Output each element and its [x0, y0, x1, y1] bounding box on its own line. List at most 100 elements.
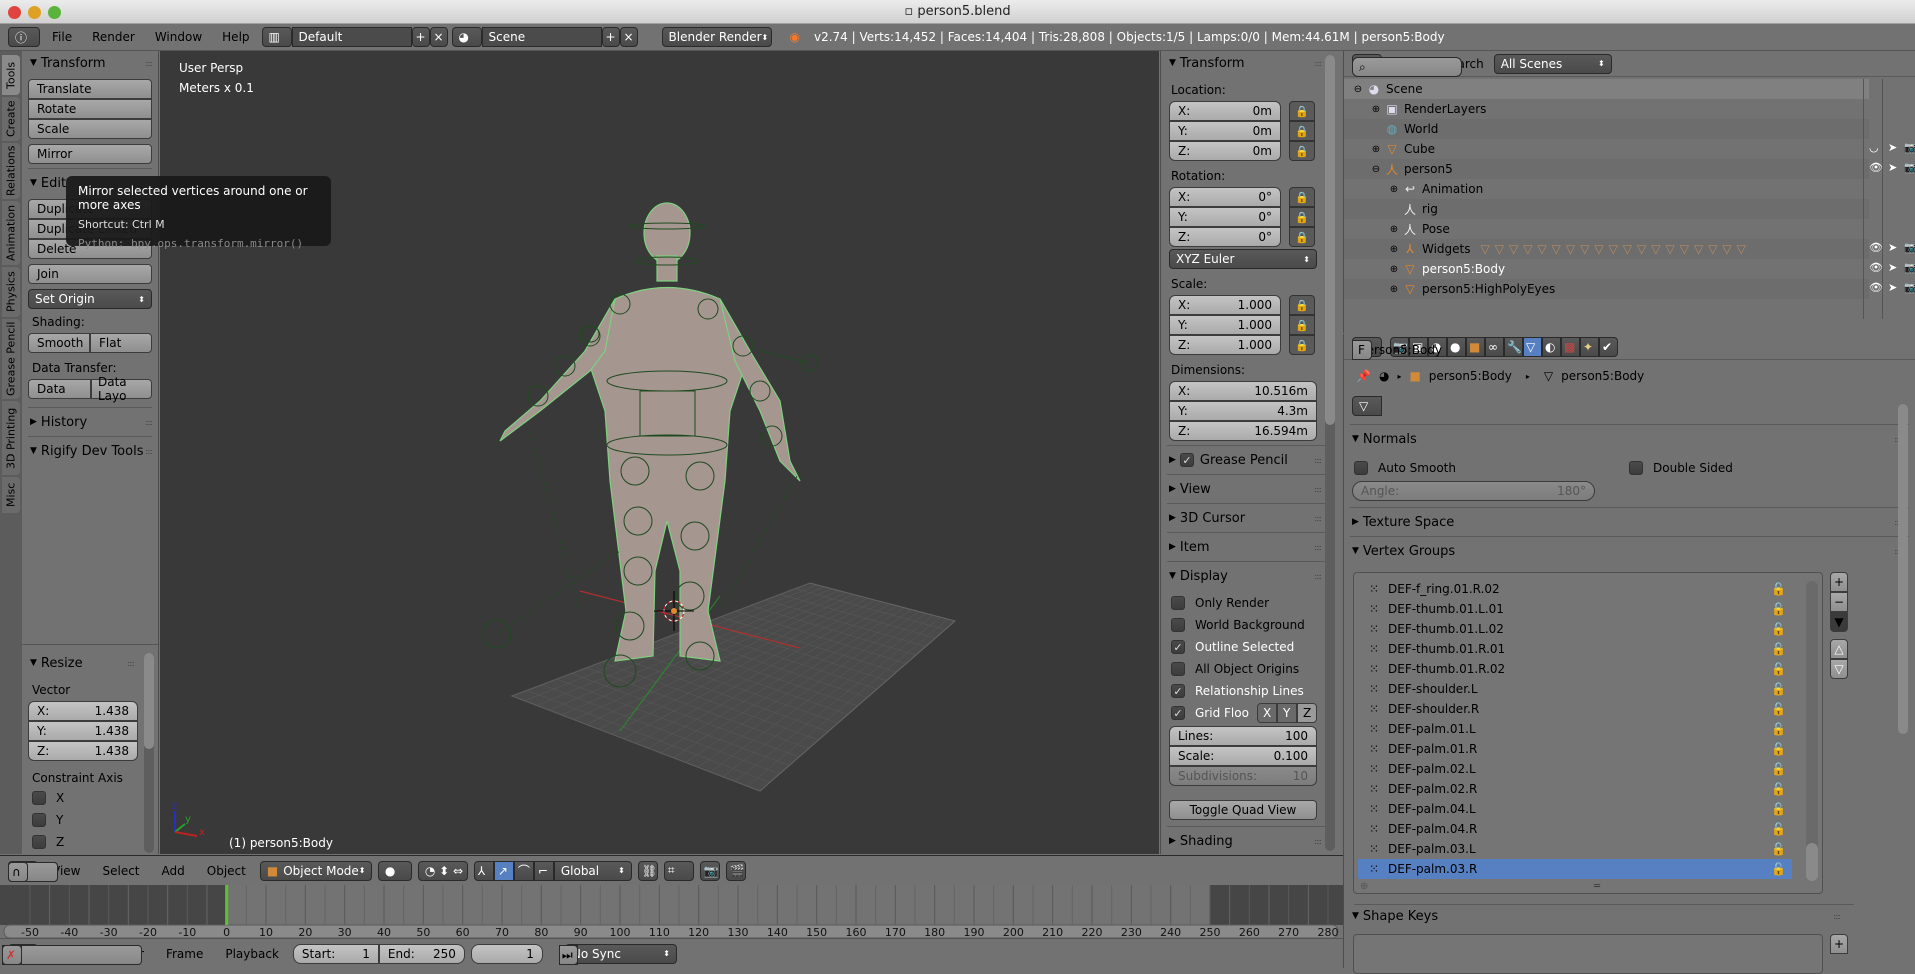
dimensions-z-field[interactable]: Z: 16.594m [1169, 421, 1317, 441]
vertex-group-item[interactable]: ⁙ DEF-thumb.01.R.02 🔓 [1358, 659, 1792, 679]
set-origin-dropdown[interactable]: Set Origin ⬍ [28, 289, 152, 309]
checkbox[interactable] [1171, 618, 1185, 632]
renderability-camera-icon[interactable]: 📷 [1904, 261, 1915, 274]
outliner-item[interactable]: ⊕ ▽ person5:Body [1344, 259, 1869, 279]
lock-icon[interactable]: 🔒 [1289, 295, 1315, 315]
vertex-group-item[interactable]: ⁙ DEF-shoulder.R 🔓 [1358, 699, 1792, 719]
unlock-icon[interactable]: 🔓 [1771, 622, 1786, 636]
timeline-canvas[interactable]: -50 -40 -30 -20 -10 0 10 20 30 40 50 60 70 80 90 100 110… [0, 885, 1343, 939]
smooth-button[interactable]: Smooth [28, 333, 90, 353]
mesh-browse-button[interactable]: ▽ [1352, 396, 1382, 416]
rotate-button[interactable]: Rotate [28, 99, 152, 119]
visibility-eye-icon[interactable]: 👁 [1869, 261, 1883, 274]
lock-icon[interactable]: 🔒 [1289, 207, 1315, 227]
snap-toggle-icon[interactable]: ∩ [8, 862, 28, 882]
lock-icon[interactable]: 🔒 [1289, 335, 1315, 355]
checkbox[interactable] [1171, 662, 1185, 676]
tab-3d-printing[interactable]: 3D Printing [2, 401, 20, 475]
outliner-item[interactable]: ⊕ ▽ person5:HighPolyEyes [1344, 279, 1869, 299]
outliner-item-name[interactable]: Pose [1422, 222, 1450, 236]
expand-icon[interactable]: ⊕ [1368, 141, 1384, 157]
scale-button[interactable]: Scale [28, 119, 152, 139]
drag-grip-icon[interactable]: :::: [145, 447, 153, 456]
unlock-icon[interactable]: 🔓 [1771, 722, 1786, 736]
snap-element-dropdown[interactable]: ⌗ [663, 860, 694, 881]
particles-tab-icon[interactable]: ✦ [1580, 336, 1599, 357]
unlock-icon[interactable]: 🔓 [1771, 762, 1786, 776]
data-layout-button[interactable]: Data Layo [91, 375, 152, 403]
tab-animation[interactable]: Animation [2, 201, 20, 265]
vertex-group-item[interactable]: ⁙ DEF-thumb.01.L.02 🔓 [1358, 619, 1792, 639]
lock-layers-icon[interactable]: ⛓ [637, 860, 658, 881]
panel-display-header[interactable]: ▼ Display:::: [1161, 566, 1337, 586]
rotation-x-field[interactable]: X: 0° [1169, 187, 1281, 207]
sync-mode-dropdown[interactable]: No Sync ⬍ [564, 943, 677, 964]
expand-icon[interactable]: ⊕ [1386, 241, 1402, 257]
vertex-group-item[interactable]: ⁙ DEF-thumb.01.R.01 🔓 [1358, 639, 1792, 659]
vertex-group-item[interactable]: ⁙ DEF-shoulder.L 🔓 [1358, 679, 1792, 699]
lock-icon[interactable]: 🔒 [1289, 315, 1315, 335]
visibility-eye-icon[interactable]: 👁 [1869, 241, 1883, 254]
end-frame-field[interactable]: End: 250 [378, 943, 465, 964]
menu-frame[interactable]: Frame [158, 947, 211, 961]
panel-transform-header[interactable]: ▼ Transform:::: [1161, 53, 1337, 73]
transform-orientation-dropdown[interactable]: Global ⬍ [553, 860, 632, 881]
rotation-y-field[interactable]: Y: 0° [1169, 207, 1281, 227]
panel-normals-header[interactable]: ▼Normals:::: [1344, 429, 1915, 449]
grid-floor-checkbox[interactable]: ✓ Grid Floo X Y Z [1161, 702, 1337, 724]
panel-texture-space-header[interactable]: ▶Texture Space:::: [1344, 512, 1915, 532]
display-option-checkbox[interactable]: ✓ Outline Selected [1161, 636, 1337, 658]
object-tab-icon[interactable]: ■ [1466, 336, 1485, 357]
join-button[interactable]: Join [28, 264, 152, 284]
vertex-group-specials-button[interactable]: ▼ [1830, 612, 1848, 632]
material-tab-icon[interactable]: ◐ [1542, 336, 1561, 357]
mirror-button[interactable]: Mirror [28, 144, 152, 164]
checkbox[interactable] [1629, 461, 1643, 475]
outliner-item[interactable]: ⊕ ▣ RenderLayers [1344, 99, 1869, 119]
location-x-field[interactable]: X: 0m [1169, 101, 1281, 121]
scale-x-field[interactable]: X: 1.000 [1169, 295, 1281, 315]
constraint-z-checkbox[interactable]: Z [22, 831, 158, 853]
pivot-point-dropdown[interactable]: ◔ ⬍ ⇔ [417, 860, 468, 881]
constraints-tab-icon[interactable]: ∞ [1485, 336, 1504, 357]
outliner-item[interactable]: ⊕ ▽ Cube [1344, 139, 1869, 159]
vertex-group-item[interactable]: ⁙ DEF-thumb.01.L.01 🔓 [1358, 599, 1792, 619]
drag-grip-icon[interactable]: :::: [1314, 543, 1322, 552]
texture-tab-icon[interactable]: ▩ [1561, 336, 1580, 357]
visibility-eye-icon[interactable]: ◡ [1869, 141, 1879, 154]
unlock-icon[interactable]: 🔓 [1771, 862, 1786, 876]
drag-grip-icon[interactable]: :::: [1314, 456, 1322, 465]
resize-x-field[interactable]: X: 1.438 [28, 701, 138, 721]
renderability-camera-icon[interactable]: 📷 [1904, 141, 1915, 154]
viewport-shading-dropdown[interactable]: ● [377, 860, 412, 881]
vertex-group-item[interactable]: ⁙ DEF-palm.03.L 🔓 [1358, 839, 1792, 859]
drag-grip-icon[interactable]: :::: [1833, 912, 1841, 921]
grid-lines-field[interactable]: Lines: 100 [1169, 726, 1317, 746]
lock-icon[interactable]: 🔒 [1289, 121, 1315, 141]
translate-button[interactable]: Translate [28, 79, 152, 99]
outliner-item-name[interactable]: Cube [1404, 142, 1435, 156]
drag-grip-icon[interactable]: :::: [1314, 485, 1322, 494]
panel-3d-cursor-header[interactable]: ▶ 3D Cursor:::: [1161, 508, 1337, 528]
vertex-group-item[interactable]: ⁙ DEF-f_ring.01.R.02 🔓 [1358, 579, 1792, 599]
menu-render[interactable]: Render [84, 30, 143, 44]
resize-z-field[interactable]: Z: 1.438 [28, 741, 138, 761]
checkbox[interactable] [1354, 461, 1368, 475]
lock-icon[interactable]: 🔒 [1289, 141, 1315, 161]
resize-y-field[interactable]: Y: 1.438 [28, 721, 138, 741]
constraint-y-checkbox[interactable]: Y [22, 809, 158, 831]
unlock-icon[interactable]: 🔓 [1771, 742, 1786, 756]
keying-set-field[interactable]: ⚷ [8, 945, 142, 965]
vertex-group-item[interactable]: ⁙ DEF-palm.02.L 🔓 [1358, 759, 1792, 779]
start-frame-field[interactable]: Start: 1 [292, 943, 379, 964]
timeline-editor[interactable]: -50 -40 -30 -20 -10 0 10 20 30 40 50 60 70 80 90 100 110… [0, 885, 1343, 939]
display-option-checkbox[interactable]: All Object Origins [1161, 658, 1337, 680]
panel-resize-header[interactable]: ▼ Resize:::: [22, 653, 158, 673]
grid-axis-z-toggle[interactable]: Z [1297, 703, 1317, 723]
unlock-icon[interactable]: 🔓 [1771, 682, 1786, 696]
selectability-cursor-icon[interactable]: ➤ [1888, 281, 1897, 294]
data-transfer-button[interactable]: Data [28, 379, 91, 399]
vertex-group-item[interactable]: ⁙ DEF-palm.04.L 🔓 [1358, 799, 1792, 819]
visibility-eye-icon[interactable]: 👁 [1869, 281, 1883, 294]
translate-manipulator-icon[interactable]: ↗ [493, 860, 514, 881]
